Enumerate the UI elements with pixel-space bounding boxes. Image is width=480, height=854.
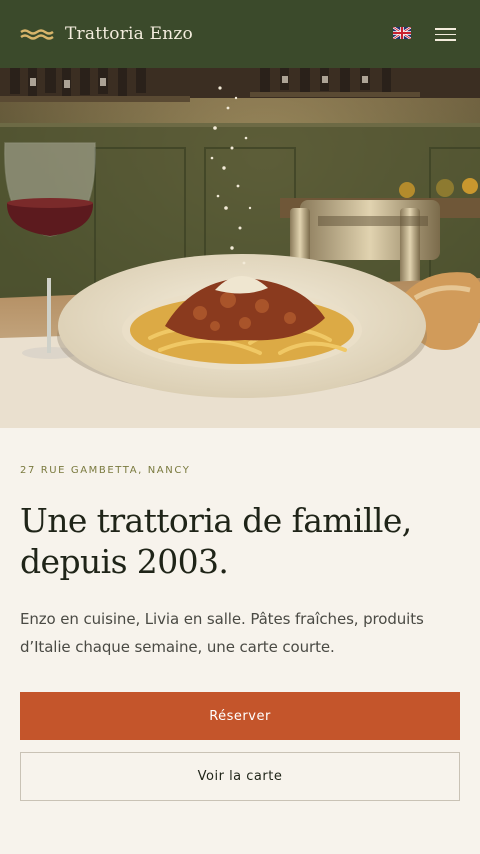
reserve-button[interactable]: Réserver <box>20 692 460 740</box>
page-headline: Une trattoria de famille, depuis 2003. <box>20 501 412 581</box>
top-navbar: Trattoria Enzo <box>0 0 480 68</box>
view-menu-button[interactable]: Voir la carte <box>20 752 460 801</box>
pasta-plate-illustration <box>0 68 480 428</box>
pasta-logo-icon <box>20 29 54 40</box>
brand-name[interactable]: Trattoria Enzo <box>65 24 193 44</box>
hero-image <box>0 68 480 428</box>
restaurant-address: 27 RUE GAMBETTA, NANCY <box>20 465 191 476</box>
intro-text: Enzo en cuisine, Livia en salle. Pâtes f… <box>20 610 424 656</box>
uk-flag-icon[interactable] <box>393 27 411 39</box>
hamburger-menu-icon[interactable] <box>432 25 458 43</box>
